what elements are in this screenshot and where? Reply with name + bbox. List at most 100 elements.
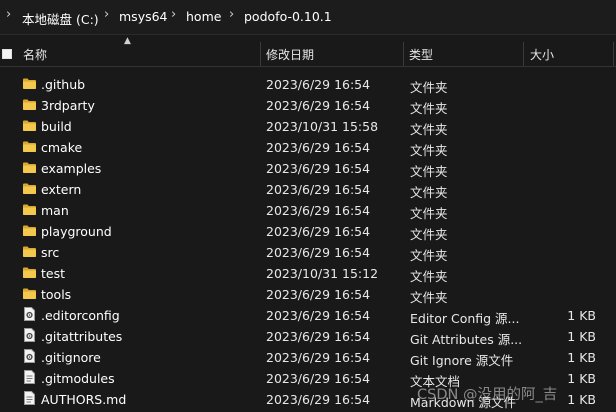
config-file-icon <box>24 307 35 321</box>
folder-icon <box>23 141 36 152</box>
file-name: man <box>41 203 69 218</box>
file-modified-date: 2023/6/29 16:54 <box>266 203 371 218</box>
folder-icon <box>23 288 36 299</box>
folder-icon <box>23 183 36 194</box>
file-modified-date: 2023/6/29 16:54 <box>266 224 371 239</box>
file-size: 1 KB <box>567 392 596 407</box>
folder-icon <box>23 225 36 236</box>
file-type: 文件夹 <box>410 269 448 284</box>
watermark: CSDN @没用的阿_吉 <box>417 387 558 403</box>
folder-icon <box>23 120 36 131</box>
breadcrumb-item-msys64[interactable]: msys64 <box>119 9 168 24</box>
file-type: 文件夹 <box>410 164 448 179</box>
file-row[interactable]: src 2023/6/29 16:54 文件夹 <box>0 242 616 263</box>
file-type: 文件夹 <box>410 185 448 200</box>
file-row[interactable]: .gitignore 2023/6/29 16:54 Git Ignore 源文件 1… <box>0 347 616 368</box>
chevron-right-icon[interactable]: › <box>104 7 109 22</box>
address-bar[interactable]: › 本地磁盘 (C:) › msys64 › home › podofo-0.1… <box>0 0 616 35</box>
folder-icon <box>23 267 36 278</box>
file-modified-date: 2023/6/29 16:54 <box>266 371 371 386</box>
file-name: .github <box>41 77 86 92</box>
file-type: 文件夹 <box>410 143 448 158</box>
file-type: Editor Config 源... <box>410 311 520 326</box>
column-divider[interactable] <box>523 42 524 66</box>
file-name: tools <box>41 287 72 302</box>
folder-icon <box>23 246 36 257</box>
column-header-type[interactable]: 类型 <box>409 46 433 63</box>
file-row[interactable]: test 2023/10/31 15:12 文件夹 <box>0 263 616 284</box>
column-header-name[interactable]: 名称 <box>23 46 47 63</box>
file-list: .github 2023/6/29 16:54 文件夹 3rdparty 2023/6/… <box>0 74 616 410</box>
file-modified-date: 2023/6/29 16:54 <box>266 245 371 260</box>
file-type: 文件夹 <box>410 206 448 221</box>
file-name: extern <box>41 182 82 197</box>
file-type: 文件夹 <box>410 122 448 137</box>
breadcrumb-item-home[interactable]: home <box>186 9 221 24</box>
file-row[interactable]: .editorconfig 2023/6/29 16:54 Editor Confi… <box>0 305 616 326</box>
file-type: 文件夹 <box>410 248 448 263</box>
file-name: examples <box>41 161 102 176</box>
file-size: 1 KB <box>567 329 596 344</box>
file-modified-date: 2023/6/29 16:54 <box>266 161 371 176</box>
file-size: 1 KB <box>567 371 596 386</box>
file-name: playground <box>41 224 112 239</box>
breadcrumb-item-local-disk[interactable]: 本地磁盘 (C:) <box>22 9 99 28</box>
file-row[interactable]: cmake 2023/6/29 16:54 文件夹 <box>0 137 616 158</box>
folder-icon <box>23 78 36 89</box>
file-modified-date: 2023/6/29 16:54 <box>266 98 371 113</box>
file-name: 3rdparty <box>41 98 95 113</box>
file-modified-date: 2023/6/29 16:54 <box>266 392 371 407</box>
file-modified-date: 2023/6/29 16:54 <box>266 77 371 92</box>
file-size: 1 KB <box>567 350 596 365</box>
folder-icon <box>23 162 36 173</box>
column-header-size[interactable]: 大小 <box>530 46 554 63</box>
file-modified-date: 2023/6/29 16:54 <box>266 329 371 344</box>
file-row[interactable]: playground 2023/6/29 16:54 文件夹 <box>0 221 616 242</box>
column-divider[interactable] <box>403 42 404 66</box>
file-name: .gitattributes <box>41 329 123 344</box>
text-file-icon <box>24 370 35 384</box>
file-row[interactable]: extern 2023/6/29 16:54 文件夹 <box>0 179 616 200</box>
file-modified-date: 2023/10/31 15:12 <box>266 266 379 281</box>
file-modified-date: 2023/10/31 15:58 <box>266 119 379 134</box>
file-type: 文件夹 <box>410 227 448 242</box>
file-modified-date: 2023/6/29 16:54 <box>266 287 371 302</box>
file-row[interactable]: build 2023/10/31 15:58 文件夹 <box>0 116 616 137</box>
file-row[interactable]: .github 2023/6/29 16:54 文件夹 <box>0 74 616 95</box>
chevron-right-icon[interactable]: › <box>171 7 176 22</box>
config-file-icon <box>24 349 35 363</box>
file-modified-date: 2023/6/29 16:54 <box>266 140 371 155</box>
column-divider[interactable] <box>260 42 261 66</box>
file-type: Git Ignore 源文件 <box>410 353 514 368</box>
breadcrumb-item-podofo[interactable]: podofo-0.10.1 <box>244 9 332 24</box>
file-row[interactable]: man 2023/6/29 16:54 文件夹 <box>0 200 616 221</box>
chevron-right-icon[interactable]: › <box>229 7 234 22</box>
file-name: cmake <box>41 140 83 155</box>
file-name: .gitmodules <box>41 371 115 386</box>
text-file-icon <box>24 391 35 405</box>
file-row[interactable]: examples 2023/6/29 16:54 文件夹 <box>0 158 616 179</box>
file-type: 文件夹 <box>410 290 448 305</box>
file-name: test <box>41 266 66 281</box>
file-type: 文件夹 <box>410 80 448 95</box>
file-modified-date: 2023/6/29 16:54 <box>266 350 371 365</box>
file-row[interactable]: 3rdparty 2023/6/29 16:54 文件夹 <box>0 95 616 116</box>
column-header-row: 名称 修改日期 类型 大小 <box>0 42 616 67</box>
column-divider[interactable] <box>613 42 614 66</box>
file-size: 1 KB <box>567 308 596 323</box>
file-type: Git Attributes 源... <box>410 332 523 347</box>
folder-icon <box>23 204 36 215</box>
file-name: .gitignore <box>41 350 101 365</box>
file-name: build <box>41 119 72 134</box>
file-modified-date: 2023/6/29 16:54 <box>266 308 371 323</box>
chevron-right-icon[interactable]: › <box>6 7 11 22</box>
file-row[interactable]: .gitattributes 2023/6/29 16:54 Git Attribu… <box>0 326 616 347</box>
file-name: src <box>41 245 60 260</box>
config-file-icon <box>24 328 35 342</box>
file-row[interactable]: tools 2023/6/29 16:54 文件夹 <box>0 284 616 305</box>
file-name: AUTHORS.md <box>41 392 127 407</box>
folder-icon <box>23 99 36 110</box>
file-type: 文件夹 <box>410 101 448 116</box>
column-header-date[interactable]: 修改日期 <box>266 46 314 63</box>
file-modified-date: 2023/6/29 16:54 <box>266 182 371 197</box>
